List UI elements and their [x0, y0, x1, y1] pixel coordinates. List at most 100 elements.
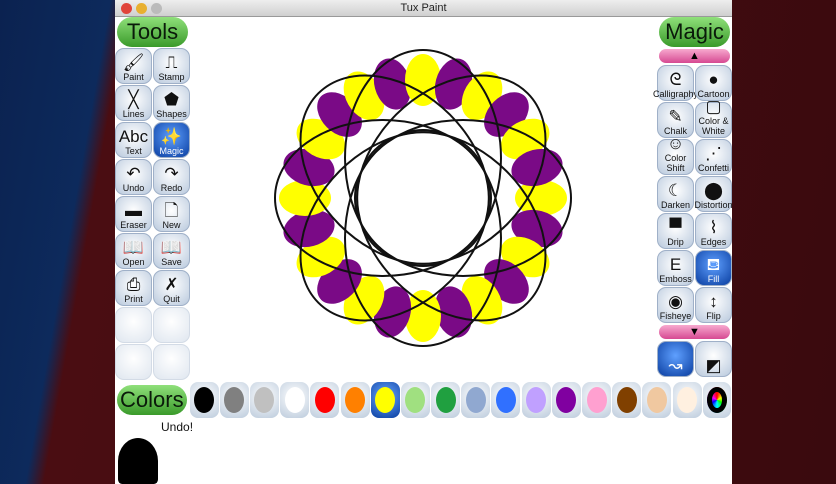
color-blob	[284, 387, 305, 413]
close-button[interactable]	[121, 3, 132, 14]
color-blob	[254, 387, 275, 413]
colors-bar: Colors	[115, 381, 732, 419]
color-swatch[interactable]	[521, 382, 551, 418]
color-swatch[interactable]	[189, 382, 219, 418]
color-swatch[interactable]	[461, 382, 491, 418]
tools-button-save[interactable]: 📖 Save	[153, 233, 190, 269]
color-swatch[interactable]	[340, 382, 370, 418]
color-swatch[interactable]	[431, 382, 461, 418]
tools-button-print[interactable]: ⎙ Print	[115, 270, 152, 306]
stamp-icon: ⎍	[165, 53, 178, 72]
color-swatch[interactable]	[280, 382, 310, 418]
button-label: Calligraphy	[652, 89, 699, 99]
print-icon: ⎙	[126, 275, 141, 294]
redo-icon: ↷	[164, 164, 179, 183]
button-label: Color & White	[698, 116, 729, 136]
color-swatch[interactable]	[612, 382, 642, 418]
color-blob	[345, 387, 366, 413]
color-swatch[interactable]	[642, 382, 672, 418]
color-swatch[interactable]	[370, 382, 400, 418]
button-label: Stamp	[158, 72, 185, 82]
tools-button-lines[interactable]: ╳ Lines	[115, 85, 152, 121]
drawing-canvas[interactable]	[190, 17, 656, 381]
pentagon-icon: ⬟	[164, 90, 179, 109]
magic-button-fisheye[interactable]: ◉ Fisheye	[657, 287, 694, 323]
color-blob	[526, 387, 547, 413]
color-swatch[interactable]	[491, 382, 521, 418]
minimize-button[interactable]	[136, 3, 147, 14]
tools-button-new[interactable]: 🗋 New	[153, 196, 190, 232]
magic-button-distortion[interactable]: ⬤ Distortion	[694, 176, 733, 212]
tools-button-undo[interactable]: ↶ Undo	[115, 159, 152, 195]
tools-button-quit[interactable]: ✗ Quit	[153, 270, 190, 306]
magic-button-cartoon[interactable]: ● Cartoon	[695, 65, 732, 101]
button-label: Darken	[660, 200, 690, 210]
fullscreen-mode-button[interactable]: ◩	[695, 341, 732, 377]
button-label: Quit	[163, 294, 180, 304]
magic-button-color-shift[interactable]: ☺ Color Shift	[657, 135, 694, 175]
tools-button-magic[interactable]: ✨ Magic	[153, 122, 190, 158]
button-label: Drip	[667, 237, 684, 247]
tools-panel: Tools 🖌 Paint ⎍ Stamp ╳ Lines ⬟ Shapes Abc Text ✨ M…	[115, 17, 190, 380]
tools-button-text[interactable]: Abc Text	[115, 122, 152, 158]
color-blob	[646, 387, 667, 413]
empty-slot	[115, 344, 152, 380]
color-swatch[interactable]	[249, 382, 279, 418]
button-label: Eraser	[120, 220, 147, 230]
color-picker-rainbow[interactable]	[702, 382, 731, 418]
button-label: Open	[122, 257, 145, 267]
button-label: Distortion	[694, 200, 733, 210]
scroll-down-button[interactable]: ▼	[659, 325, 730, 339]
zoom-button[interactable]	[151, 3, 162, 14]
magic-button-darken[interactable]: ☾ Darken	[657, 176, 694, 212]
color-shift-icon: ☺	[666, 134, 685, 153]
scroll-up-button[interactable]: ▲	[659, 49, 730, 63]
tools-button-paint[interactable]: 🖌 Paint	[115, 48, 152, 84]
tools-button-redo[interactable]: ↷ Redo	[153, 159, 190, 195]
tools-button-stamp[interactable]: ⎍ Stamp	[153, 48, 190, 84]
tools-button-eraser[interactable]: ▬ Eraser	[115, 196, 152, 232]
color-swatch[interactable]	[582, 382, 612, 418]
color-blob	[314, 387, 335, 413]
petal-fill	[279, 180, 331, 216]
paintbrush-icon: 🖌	[122, 53, 145, 72]
tux-penguin-icon	[118, 438, 158, 484]
tools-header: Tools	[117, 17, 188, 47]
button-label: Emboss	[659, 274, 692, 284]
button-label: Fill	[707, 274, 720, 284]
new-icon: 🗋	[164, 201, 179, 220]
quit-icon: ✗	[164, 275, 179, 294]
magic-button-flip[interactable]: ↕ Flip	[695, 287, 732, 323]
color-blob	[194, 387, 215, 413]
magic-button-calligraphy[interactable]: ᘓ Calligraphy	[653, 65, 698, 101]
color-white-icon: ▢	[705, 97, 722, 116]
magic-button-drip[interactable]: ▀ Drip	[657, 213, 694, 249]
color-swatch[interactable]	[219, 382, 249, 418]
magic-button-confetti[interactable]: ⋰ Confetti	[695, 139, 732, 175]
magic-button-color-white[interactable]: ▢ Color & White	[695, 98, 732, 138]
color-swatch[interactable]	[310, 382, 340, 418]
magic-button-chalk[interactable]: ✎ Chalk	[657, 102, 694, 138]
color-swatch[interactable]	[672, 382, 702, 418]
color-swatch[interactable]	[400, 382, 430, 418]
color-swatch[interactable]	[551, 382, 581, 418]
button-label: Print	[124, 294, 143, 304]
title-bar: Tux Paint	[115, 0, 732, 17]
button-label: Magic	[159, 146, 184, 156]
tools-button-open[interactable]: 📖 Open	[115, 233, 152, 269]
tools-button-shapes[interactable]: ⬟ Shapes	[153, 85, 190, 121]
color-blob	[616, 387, 637, 413]
open-icon: 📖	[122, 238, 145, 257]
color-blob	[375, 387, 396, 413]
magic-button-emboss[interactable]: E Emboss	[657, 250, 694, 286]
cartoon-icon: ●	[708, 70, 719, 89]
colors-header: Colors	[117, 385, 187, 415]
text-icon: Abc	[118, 127, 149, 146]
magic-button-edges[interactable]: ⌇ Edges	[695, 213, 732, 249]
button-label: Edges	[700, 237, 727, 247]
petal-fill	[405, 54, 441, 106]
paint-mode-button[interactable]: ↝	[657, 341, 694, 377]
magic-button-fill[interactable]: ⛾ Fill	[695, 250, 732, 286]
empty-slot	[153, 344, 190, 380]
magic-wand-icon: ✨	[160, 127, 183, 146]
